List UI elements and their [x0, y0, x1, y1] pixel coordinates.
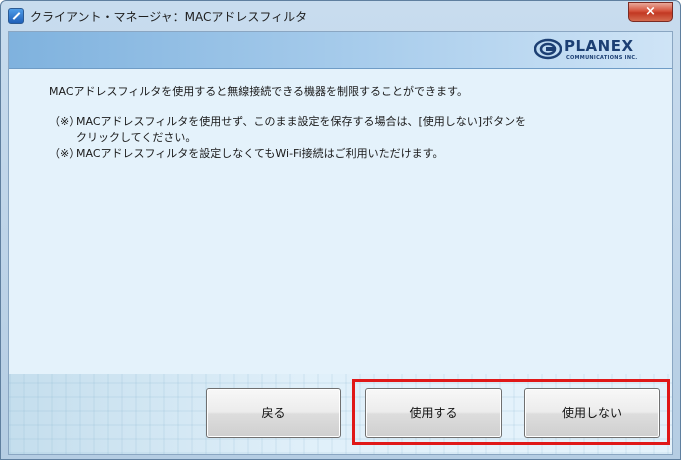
back-button[interactable]: 戻る — [206, 388, 341, 438]
planex-logo-icon — [534, 38, 562, 60]
window-title: クライアント・マネージャ：MACアドレスフィルタ — [30, 10, 308, 24]
not-use-button[interactable]: 使用しない — [524, 388, 660, 438]
close-button[interactable]: × — [628, 2, 673, 22]
app-icon — [8, 8, 24, 24]
note-line: MACアドレスフィルタを設定しなくてもWi-Fi接続はご利用いただけます。 — [76, 147, 444, 160]
logo-subtitle: COMMUNICATIONS INC. — [566, 55, 638, 61]
header-band: PLANEX COMMUNICATIONS INC. — [9, 32, 672, 69]
app-window: クライアント・マネージャ：MACアドレスフィルタ × PLANEX COMMUN… — [0, 0, 681, 460]
note-line: MACアドレスフィルタを使用せず、このまま設定を保存する場合は、[使用しない]ボ… — [76, 115, 527, 128]
title-bar[interactable]: クライアント・マネージャ：MACアドレスフィルタ × — [1, 1, 680, 32]
note-line: クリックしてください。 — [76, 131, 197, 144]
message-area: MACアドレスフィルタを使用すると無線接続できる機器を制限することができます。 … — [49, 84, 649, 162]
note-item: （※） MACアドレスフィルタを使用せず、このまま設定を保存する場合は、[使用し… — [49, 114, 649, 146]
planex-logo: PLANEX COMMUNICATIONS INC. — [534, 36, 662, 64]
note-mark: （※） — [49, 115, 81, 128]
use-button[interactable]: 使用する — [365, 388, 502, 438]
logo-name: PLANEX — [564, 37, 634, 55]
dialog-body: PLANEX COMMUNICATIONS INC. MACアドレスフィルタを使… — [8, 31, 673, 455]
note-mark: （※） — [49, 147, 81, 160]
close-icon: × — [645, 4, 656, 19]
note-item: （※） MACアドレスフィルタを設定しなくてもWi-Fi接続はご利用いただけます… — [49, 146, 649, 162]
intro-text: MACアドレスフィルタを使用すると無線接続できる機器を制限することができます。 — [49, 85, 468, 98]
